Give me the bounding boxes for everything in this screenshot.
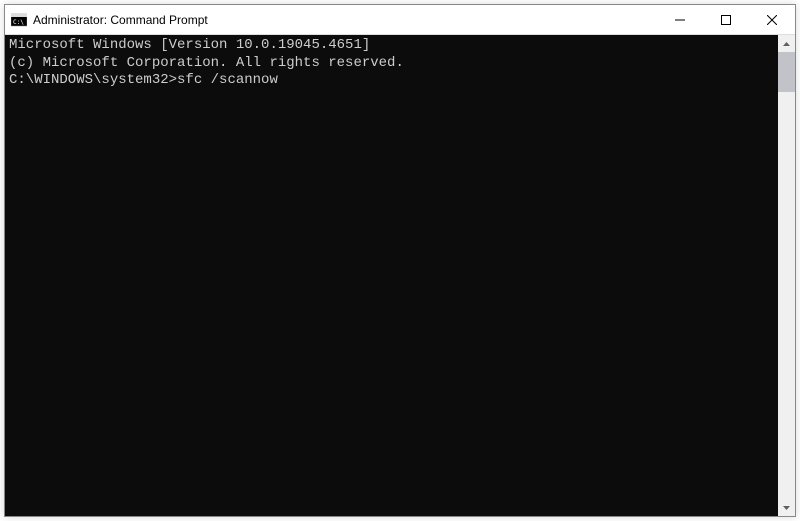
- window-title: Administrator: Command Prompt: [33, 13, 657, 27]
- scroll-up-button[interactable]: [778, 35, 795, 52]
- scrollbar-track[interactable]: [778, 52, 795, 499]
- close-button[interactable]: [749, 5, 795, 34]
- command-prompt-window: C:\ Administrator: Command Prompt: [4, 4, 796, 517]
- typed-command: sfc /scannow: [177, 72, 278, 90]
- terminal-output[interactable]: Microsoft Windows [Version 10.0.19045.46…: [5, 35, 778, 516]
- prompt-line: C:\WINDOWS\system32>sfc /scannow: [9, 72, 774, 90]
- cmd-icon: C:\: [11, 12, 27, 28]
- titlebar[interactable]: C:\ Administrator: Command Prompt: [5, 5, 795, 35]
- version-line: Microsoft Windows [Version 10.0.19045.46…: [9, 37, 774, 55]
- prompt-path: C:\WINDOWS\system32>: [9, 72, 177, 90]
- scroll-down-button[interactable]: [778, 499, 795, 516]
- scrollbar-thumb[interactable]: [778, 52, 795, 92]
- copyright-line: (c) Microsoft Corporation. All rights re…: [9, 55, 774, 73]
- minimize-button[interactable]: [657, 5, 703, 34]
- maximize-button[interactable]: [703, 5, 749, 34]
- content-area: Microsoft Windows [Version 10.0.19045.46…: [5, 35, 795, 516]
- vertical-scrollbar[interactable]: [778, 35, 795, 516]
- svg-text:C:\: C:\: [13, 19, 24, 26]
- window-controls: [657, 5, 795, 34]
